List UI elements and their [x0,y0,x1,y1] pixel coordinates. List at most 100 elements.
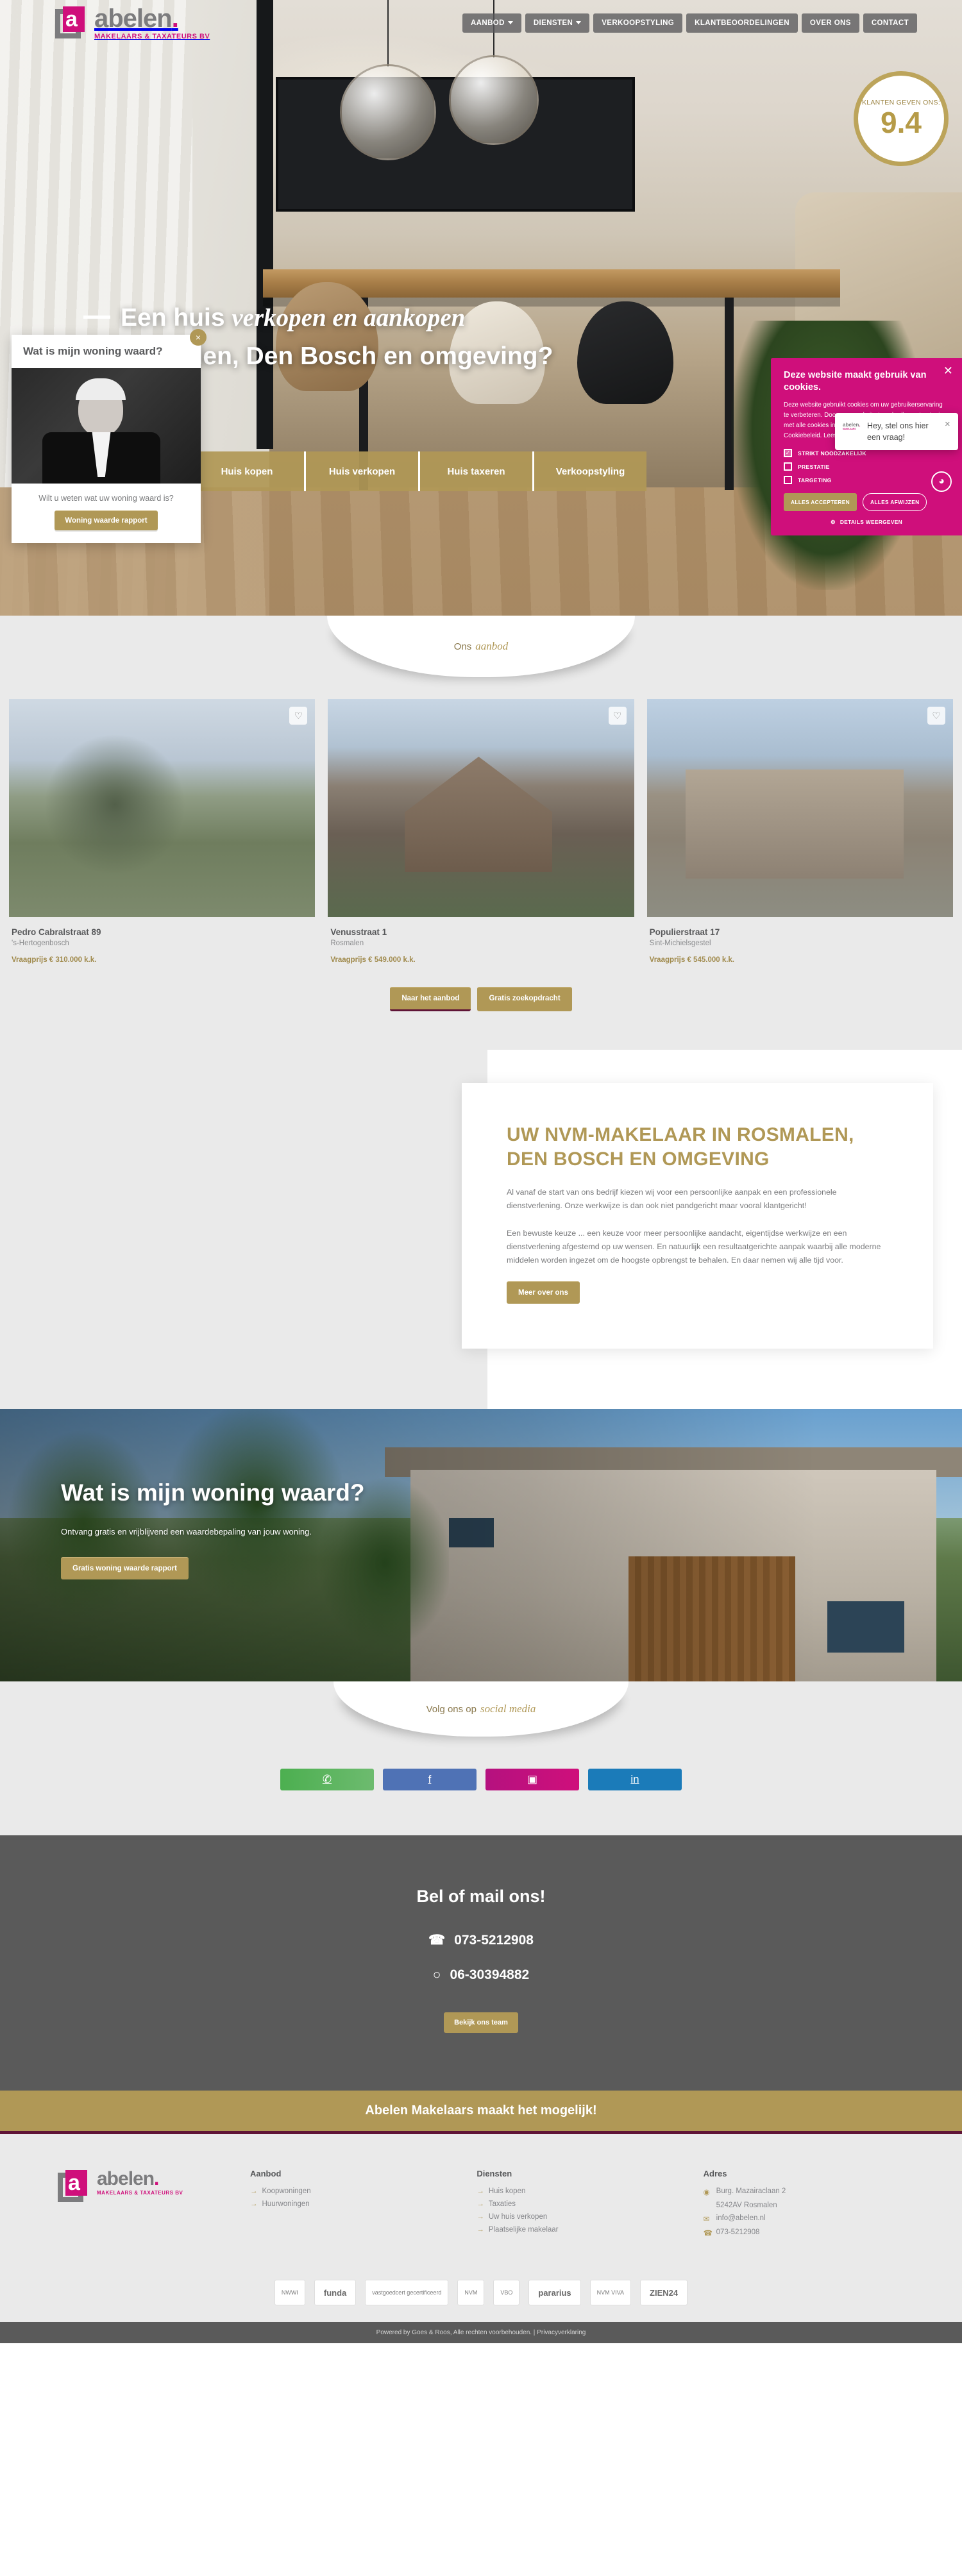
footer-link[interactable]: → Taxaties [477,2200,677,2208]
logo-mark-icon: a [55,6,90,41]
site-logo[interactable]: a abelen. MAKELAARS & TAXATEURS BV [55,5,210,41]
address-phone[interactable]: ☎ 073-5212908 [704,2228,904,2237]
headline-script: verkopen en aankopen [232,304,466,332]
offer-ribbon-script: aanbod [475,640,509,652]
cookie-option-prestatie[interactable]: PRESTATIE [784,462,949,471]
tagline-text: Abelen Makelaars maakt het mogelijk! [365,2103,597,2117]
map-pin-icon: ◉ [703,2189,710,2196]
phone-icon: ☎ [703,2230,713,2237]
nav-item-verkoopstyling[interactable]: VERKOOPSTYLING [593,13,683,33]
gear-icon: ⚙ [831,519,836,525]
checkbox-checked-icon[interactable]: ✓ [784,449,792,457]
whatsapp-icon[interactable]: ✆ [280,1769,374,1790]
hero-section: a abelen. MAKELAARS & TAXATEURS BV AANBO… [0,0,962,616]
bekijk-ons-team-button[interactable]: Bekijk ons team [444,2012,518,2033]
chevron-down-icon [507,21,513,25]
partner-logos: NWWI funda vastgoedcert gecertificeerd N… [0,2280,962,2305]
listing-card[interactable]: ♡ Populierstraat 17 Sint-Michielsgestel … [646,699,953,964]
social-section: Volg ons op social media ✆ f ▣ in [0,1681,962,1835]
gratis-zoekopdracht-button[interactable]: Gratis zoekopdracht [477,987,572,1011]
whatsapp-icon: ○ [432,1967,441,1982]
chat-bubble[interactable]: abelen. MAKELAARS Hey, stel ons hier een… [835,413,958,450]
listing-title: Populierstraat 17 [649,927,720,937]
footer-link[interactable]: → Plaatselijke makelaar [477,2226,677,2234]
favorite-heart-icon[interactable]: ♡ [289,707,308,725]
checkbox-icon[interactable] [784,462,792,471]
chevron-down-icon [576,21,582,25]
woning-waarde-card: Wat is mijn woning waard? Wilt u weten w… [12,335,201,543]
linkedin-icon[interactable]: in [588,1769,682,1790]
footer-link[interactable]: → Huurwoningen [250,2200,451,2208]
woning-waarde-rapport-button[interactable]: Woning waarde rapport [55,510,158,530]
footer-link[interactable]: → Koopwoningen [250,2187,451,2195]
woning-waarde-heading: Wat is mijn woning waard? [23,345,163,357]
social-ribbon-plain: Volg ons op [426,1703,477,1715]
tab-verkoopstyling[interactable]: Verkoopstyling [532,451,646,491]
favorite-heart-icon[interactable]: ♡ [927,707,945,725]
gratis-woning-waarde-rapport-button[interactable]: Gratis woning waarde rapport [61,1557,189,1579]
listing-card[interactable]: ♡ Pedro Cabralstraat 89 's-Hertogenbosch… [9,699,316,964]
close-icon[interactable]: × [190,329,207,346]
privacy-link[interactable]: Privacyverklaring [537,2329,586,2336]
social-ribbon-script: social media [480,1703,536,1715]
partner-logo-zien24: ZIEN24 [640,2280,688,2305]
nav-item-diensten[interactable]: DIENSTEN [525,13,590,33]
listing-cards: ♡ Pedro Cabralstraat 89 's-Hertogenbosch… [0,677,962,964]
arrow-right-icon: → [477,2200,484,2208]
contact-phone-row[interactable]: ☎ 073-5212908 [0,1932,962,1948]
tab-huis-verkopen[interactable]: Huis verkopen [304,451,418,491]
hero-quick-tabs: Huis kopen Huis verkopen Huis taxeren Ve… [190,451,646,491]
naar-het-aanbod-button[interactable]: Naar het aanbod [390,987,471,1011]
footer-logo[interactable]: a abelen. MAKELAARS & TAXATEURS BV [58,2169,224,2243]
favorite-heart-icon[interactable]: ♡ [608,707,627,725]
nav-item-aanbod[interactable]: AANBOD [462,13,521,33]
listing-city: Sint-Michielsgestel [649,939,711,947]
partner-logo-nvm: NVM [457,2280,485,2305]
facebook-icon[interactable]: f [383,1769,477,1790]
woning-waarde-question: Wilt u weten wat uw woning waard is? [38,494,174,503]
reject-all-cookies-button[interactable]: ALLES AFWIJZEN [862,493,927,511]
meer-over-ons-button[interactable]: Meer over ons [507,1281,580,1304]
tab-huis-kopen[interactable]: Huis kopen [190,451,304,491]
footer-column-aanbod: Aanbod → Koopwoningen → Huurwoningen [250,2169,451,2243]
headline-dash [83,316,110,319]
close-icon[interactable]: ✕ [945,420,950,443]
listing-photo: ♡ [9,699,316,917]
instagram-icon[interactable]: ▣ [485,1769,579,1790]
checkbox-icon[interactable] [784,476,792,484]
address-postal: 5242AV Rosmalen [716,2201,777,2209]
listing-card[interactable]: ♡ Venusstraat 1 Rosmalen Vraagprijs € 54… [328,699,634,964]
nav-item-over-ons[interactable]: OVER ONS [801,13,859,33]
value-banner-subtitle: Ontvang gratis en vrijblijvend een waard… [61,1527,312,1536]
accept-all-cookies-button[interactable]: ALLES ACCEPTEREN [784,493,857,511]
phone-icon: ☎ [428,1933,446,1948]
customer-score-badge[interactable]: KLANTEN GEVEN ONS: 9.4 [858,76,944,162]
nav-item-klantbeoordelingen[interactable]: KLANTBEOORDELINGEN [686,13,798,33]
footer-link[interactable]: → Huis kopen [477,2187,677,2195]
site-header: a abelen. MAKELAARS & TAXATEURS BV AANBO… [0,0,962,46]
nav-item-contact[interactable]: CONTACT [863,13,917,33]
footer-link[interactable]: → Uw huis verkopen [477,2213,677,2221]
close-icon[interactable]: ✕ [943,364,953,378]
decor-pendant-lamp [449,55,539,145]
tab-huis-taxeren[interactable]: Huis taxeren [418,451,532,491]
offer-ribbon-plain: Ons [453,641,472,652]
show-cookie-details-button[interactable]: ⚙ DETAILS WEERGEVEN [784,519,949,525]
contact-heading: Bel of mail ons! [416,1887,546,1906]
listing-price: Vraagprijs € 310.000 k.k. [12,956,97,964]
arrow-right-icon: → [477,2226,484,2234]
listing-photo: ♡ [646,699,953,917]
chat-headset-icon[interactable]: ◕ [931,471,952,492]
listing-photo: ♡ [328,699,634,917]
logo-mark-icon: a [58,2170,92,2205]
partner-logo-nwwi: NWWI [274,2280,305,2305]
chat-message: Hey, stel ons hier een vraag! [867,421,929,442]
cookie-option-targeting[interactable]: TARGETING [784,476,949,484]
listing-price: Vraagprijs € 545.000 k.k. [649,956,735,964]
about-card: UW NVM-MAKELAAR IN ROSMALEN, DEN BOSCH E… [462,1083,933,1349]
footer-column-adres: Adres ◉ Burg. Mazairaclaan 2 5242AV Rosma… [704,2169,904,2243]
address-email[interactable]: ✉ info@abelen.nl [704,2214,904,2223]
about-paragraph-1: Al vanaf de start van ons bedrijf kiezen… [507,1188,837,1210]
logo-wordmark: abelen. [94,4,179,33]
contact-whatsapp-row[interactable]: ○ 06-30394882 [0,1967,962,1983]
